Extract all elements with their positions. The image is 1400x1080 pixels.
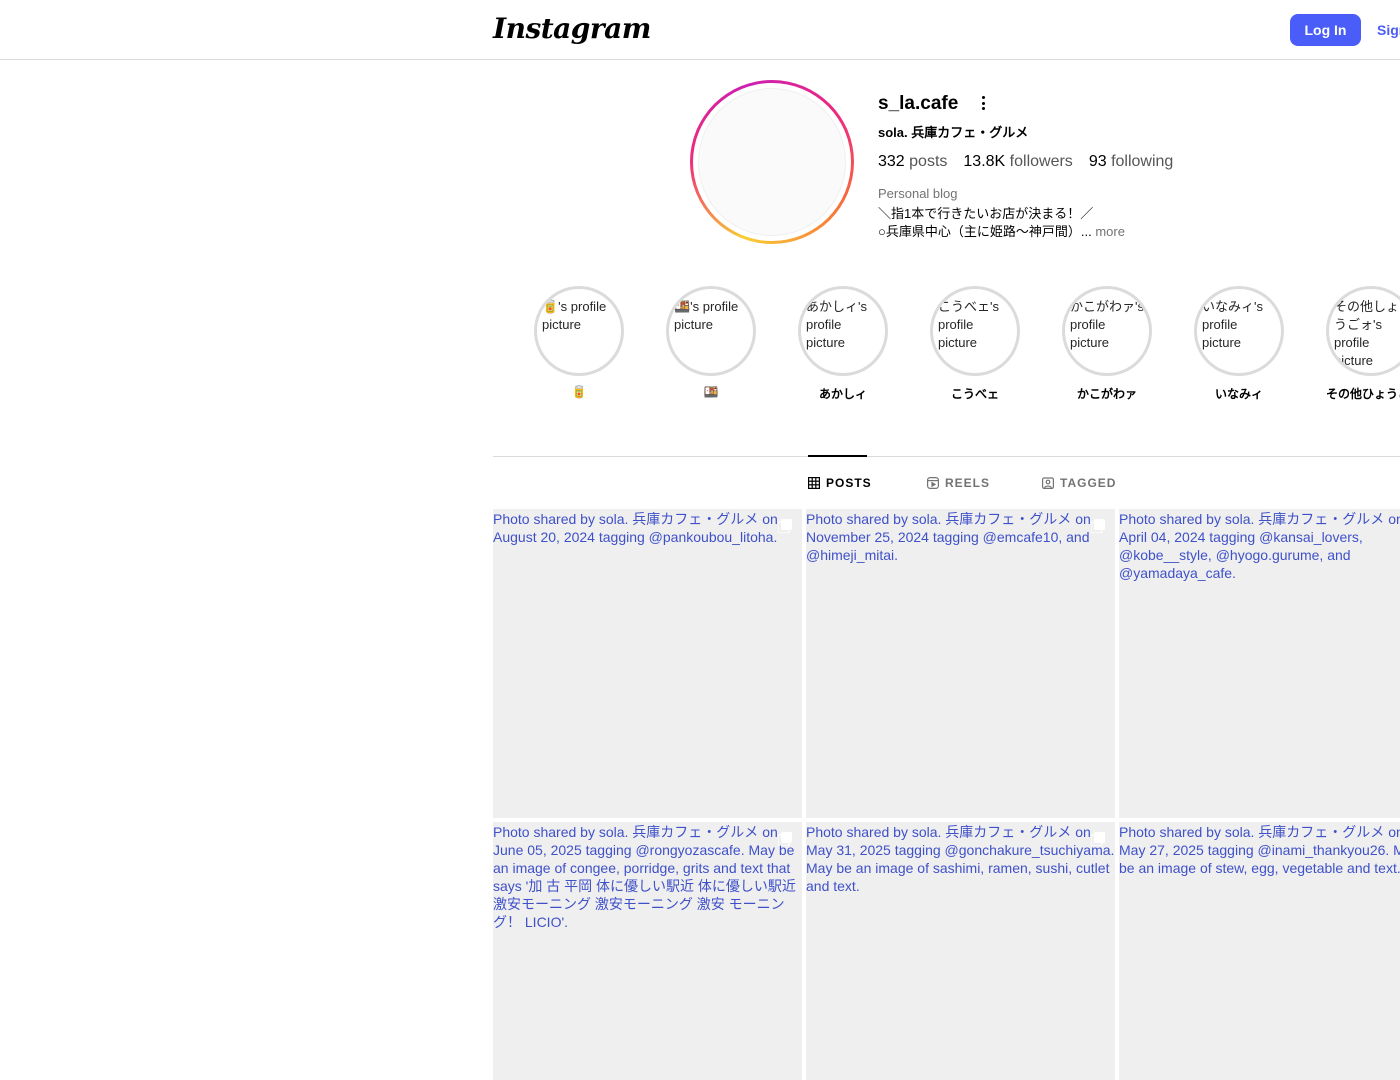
highlight-cover: あかしィ's profile picture (798, 286, 888, 376)
followers-label: followers (1009, 153, 1073, 170)
highlight-label: こうべェ (950, 387, 999, 401)
following-stat[interactable]: 93 following (1089, 153, 1174, 171)
highlight-label: かこがわァ (1076, 387, 1137, 401)
tab-posts-label: POSTS (826, 476, 872, 490)
sign-up-link[interactable]: Sign Up (1377, 22, 1400, 38)
post-image-alt: Photo shared by sola. 兵庫カフェ・グルメ on Augus… (493, 511, 778, 545)
carousel-icon (778, 519, 792, 533)
top-navigation-bar: Instagram Log In Sign Up (0, 0, 1400, 60)
highlight-cover: 🍱's profile picture (666, 286, 756, 376)
post-image-alt: Photo shared by sola. 兵庫カフェ・グルメ on May 2… (1119, 824, 1400, 876)
log-in-button[interactable]: Log In (1290, 14, 1361, 46)
post-image-alt: Photo shared by sola. 兵庫カフェ・グルメ on April… (1119, 511, 1400, 581)
carousel-icon (778, 832, 792, 846)
post-tile[interactable]: Photo shared by sola. 兵庫カフェ・グルメ on Augus… (493, 509, 802, 818)
profile-category: Personal blog (878, 186, 958, 201)
avatar-inner-ring (693, 83, 851, 241)
post-tile[interactable]: Photo shared by sola. 兵庫カフェ・グルメ on June … (493, 822, 802, 1080)
tab-reels-label: REELS (945, 476, 991, 490)
profile-username: s_la.cafe (878, 93, 959, 114)
reels-icon (927, 477, 939, 489)
posts-count: 332 (878, 153, 905, 170)
post-image-alt: Photo shared by sola. 兵庫カフェ・グルメ on June … (493, 824, 796, 930)
highlight-cover: かこがわァ's profile picture (1062, 286, 1152, 376)
highlight-label: あかしィ (818, 387, 867, 401)
followers-count: 13.8K (963, 153, 1006, 170)
highlight-cover: その他しょうごォ's profile picture (1326, 286, 1400, 376)
tab-reels[interactable]: REELS (927, 476, 990, 490)
carousel-icon (1091, 832, 1105, 846)
following-label: following (1111, 153, 1174, 170)
profile-avatar[interactable] (690, 80, 854, 244)
profile-full-name: sola. 兵庫カフェ・グルメ (878, 125, 1029, 140)
post-tile[interactable]: Photo shared by sola. 兵庫カフェ・グルメ on Novem… (806, 509, 1115, 818)
more-options-icon[interactable] (976, 94, 990, 112)
highlight-label: 🥫 (571, 385, 587, 399)
instagram-logo[interactable]: Instagram (493, 12, 651, 45)
active-tab-indicator (808, 455, 867, 457)
tabs-divider (493, 456, 1400, 457)
bio-line-2: ○兵庫県中心（主に姫路〜神戸間）... more (878, 221, 1125, 240)
story-highlight[interactable]: かこがわァ's profile picture かこがわァ (1062, 286, 1152, 402)
post-tile[interactable]: Photo shared by sola. 兵庫カフェ・グルメ on April… (1119, 509, 1400, 818)
highlight-label: いなみィ (1214, 387, 1263, 401)
carousel-icon (1091, 519, 1105, 533)
highlight-label: その他ひょうごォ (1326, 387, 1400, 401)
post-tile[interactable]: Photo shared by sola. 兵庫カフェ・グルメ on May 2… (1119, 822, 1400, 1080)
posts-label: posts (909, 153, 948, 170)
tagged-icon (1042, 477, 1054, 489)
following-count: 93 (1088, 153, 1107, 170)
tab-tagged[interactable]: TAGGED (1042, 476, 1116, 490)
story-highlight[interactable]: その他しょうごォ's profile picture その他ひょうごォ (1326, 286, 1400, 402)
story-highlight[interactable]: あかしィ's profile picture あかしィ (798, 286, 888, 402)
posts-stat: 332 posts (878, 153, 947, 171)
tab-tagged-label: TAGGED (1060, 476, 1117, 490)
bio-more-link[interactable]: more (1092, 224, 1125, 239)
highlight-cover: いなみィ's profile picture (1194, 286, 1284, 376)
story-highlight[interactable]: こうべェ's profile picture こうべェ (930, 286, 1020, 402)
post-image-alt: Photo shared by sola. 兵庫カフェ・グルメ on Novem… (806, 511, 1091, 563)
story-highlight[interactable]: 🍱's profile picture 🍱 (666, 286, 756, 399)
post-tile[interactable]: Photo shared by sola. 兵庫カフェ・グルメ on May 3… (806, 822, 1115, 1080)
tab-posts[interactable]: POSTS (808, 476, 872, 490)
bio-line-1: ＼指1本で行きたいお店が決まる！／ (878, 206, 1094, 221)
story-highlight[interactable]: いなみィ's profile picture いなみィ (1194, 286, 1284, 402)
avatar-image (698, 88, 846, 236)
story-highlight[interactable]: 🥫's profile picture 🥫 (534, 286, 624, 399)
highlight-cover: こうべェ's profile picture (930, 286, 1020, 376)
highlight-label: 🍱 (703, 385, 719, 399)
highlight-cover: 🥫's profile picture (534, 286, 624, 376)
bio-line-2-text: ○兵庫県中心（主に姫路〜神戸間）... (878, 224, 1092, 239)
post-image-alt: Photo shared by sola. 兵庫カフェ・グルメ on May 3… (806, 824, 1115, 894)
followers-stat[interactable]: 13.8K followers (963, 153, 1072, 171)
grid-icon (808, 477, 820, 489)
profile-stats: 332 posts 13.8K followers 93 following (878, 153, 1173, 171)
